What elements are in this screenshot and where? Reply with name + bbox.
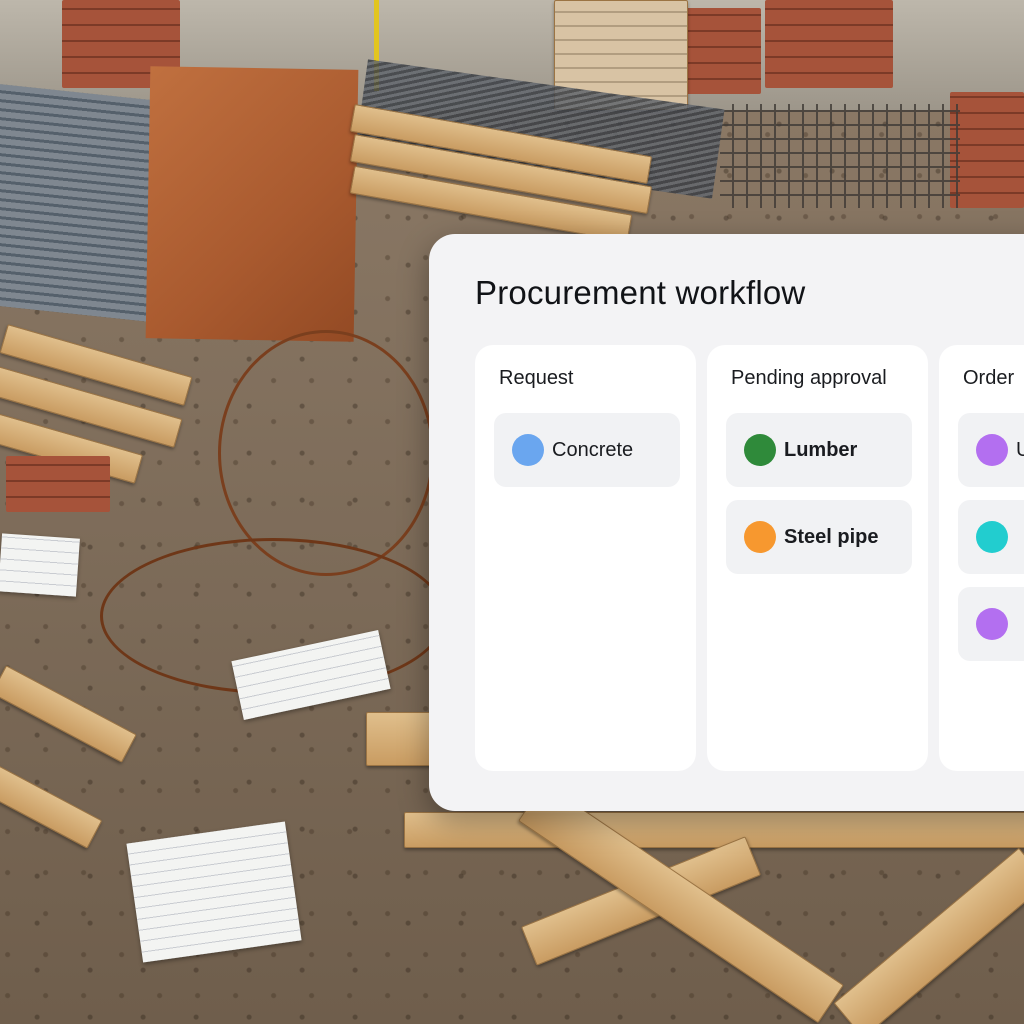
column-title: Order	[963, 367, 1015, 389]
card-label: Concrete	[552, 439, 634, 461]
card-label: Lumber	[784, 439, 858, 461]
status-dot	[976, 521, 1008, 553]
copper-panel	[145, 66, 359, 342]
paper-document	[0, 533, 80, 597]
lumber-plank	[366, 712, 438, 766]
workflow-card-lumber[interactable]: Lumber	[726, 413, 912, 487]
brick-stack	[686, 8, 761, 94]
column-order[interactable]: Order U	[939, 345, 1024, 771]
column-title: Pending approval	[731, 367, 887, 389]
column-pending-approval[interactable]: Pending approval Lumber Steel pipe	[707, 345, 928, 771]
column-request[interactable]: Request Concrete	[475, 345, 696, 771]
brick-stack	[950, 92, 1024, 208]
column-title: Request	[499, 367, 574, 389]
status-dot	[512, 434, 544, 466]
metal-sheet-stack	[0, 83, 160, 323]
workflow-card[interactable]	[958, 500, 1024, 574]
invoice-document	[126, 821, 302, 963]
panel-title: Procurement workflow	[475, 274, 806, 311]
rebar-mesh	[720, 104, 960, 208]
workflow-card-concrete[interactable]: Concrete	[494, 413, 680, 487]
status-dot	[744, 521, 776, 553]
workflow-card-steel-pipe[interactable]: Steel pipe	[726, 500, 912, 574]
brick-stack	[765, 0, 893, 88]
brick-stack	[6, 456, 110, 512]
workflow-card[interactable]: U	[958, 413, 1024, 487]
procurement-workflow-panel: Procurement workflow Request Concrete Pe…	[429, 234, 1024, 811]
status-dot	[744, 434, 776, 466]
card-label: U	[1016, 439, 1024, 461]
status-dot	[976, 608, 1008, 640]
card-label: Steel pipe	[784, 526, 879, 548]
workflow-card[interactable]	[958, 587, 1024, 661]
construction-site-photo: Procurement workflow Request Concrete Pe…	[0, 0, 1024, 1024]
status-dot	[976, 434, 1008, 466]
lumber-plank	[404, 812, 1024, 848]
